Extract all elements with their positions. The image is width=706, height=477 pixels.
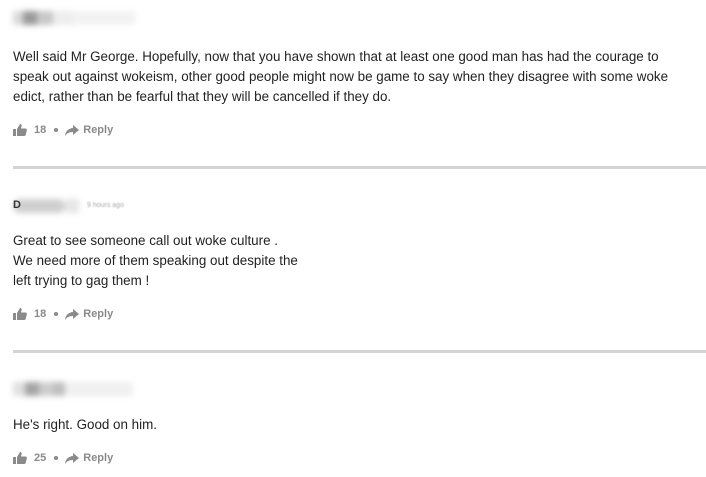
- reply-arrow-icon: [65, 308, 80, 320]
- like-count: 18: [34, 308, 47, 320]
- author-initial: D: [13, 199, 21, 211]
- comment-text: Great to see someone call out woke cultu…: [13, 233, 298, 288]
- comment-divider: [13, 166, 706, 169]
- comment-divider: [13, 350, 706, 353]
- author-name-redacted: [13, 197, 79, 215]
- reply-arrow-icon: [65, 124, 80, 136]
- comment-text: He's right. Good on him.: [13, 417, 157, 432]
- comment-text: Well said Mr George. Hopefully, now that…: [13, 49, 669, 104]
- separator-dot: [54, 456, 59, 460]
- comment-actions: 25 Reply: [13, 450, 113, 466]
- reply-label: Reply: [83, 452, 114, 464]
- author-name-redacted: [13, 9, 135, 27]
- reply-button[interactable]: Reply: [65, 308, 113, 320]
- like-count: 25: [34, 452, 47, 464]
- reply-arrow-icon: [65, 452, 80, 464]
- comment-actions: 18 Reply: [13, 122, 113, 138]
- separator-dot: [54, 312, 59, 316]
- thumbs-up-icon[interactable]: [13, 308, 27, 320]
- thumbs-up-icon[interactable]: [13, 452, 27, 464]
- reply-button[interactable]: Reply: [65, 124, 113, 136]
- reply-label: Reply: [83, 124, 114, 136]
- thumbs-up-icon[interactable]: [13, 124, 27, 136]
- author-name-redacted: [13, 380, 133, 398]
- like-count: 18: [34, 124, 47, 136]
- separator-dot: [54, 128, 59, 132]
- reply-button[interactable]: Reply: [65, 452, 113, 464]
- reply-label: Reply: [83, 308, 114, 320]
- comment-timestamp: 9 hours ago: [87, 202, 124, 209]
- comment-actions: 18 Reply: [13, 306, 113, 322]
